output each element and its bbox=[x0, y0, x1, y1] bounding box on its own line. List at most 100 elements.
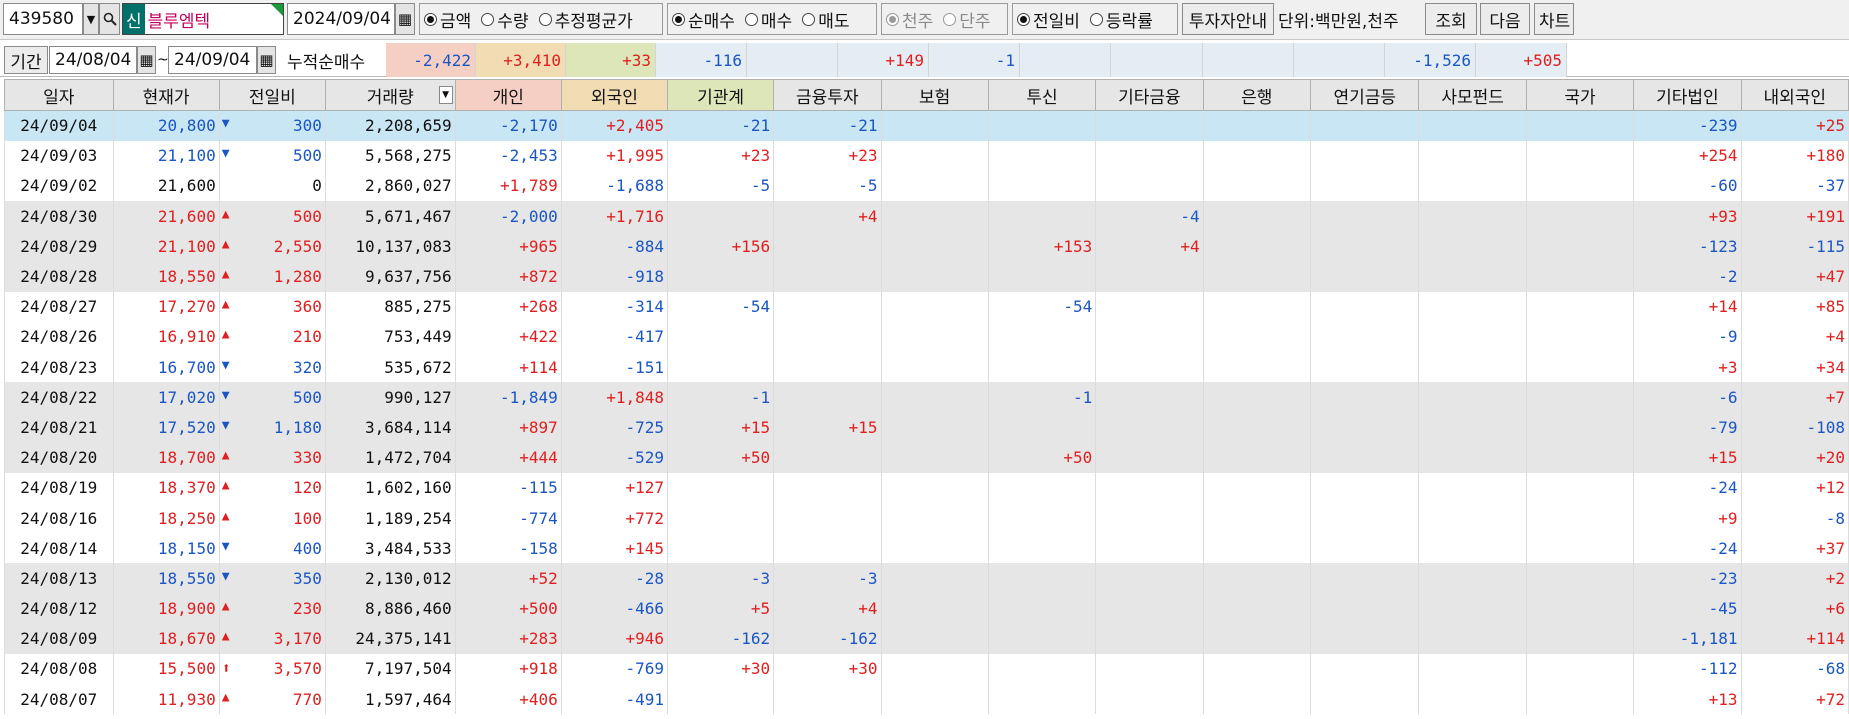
cell-date: 24/08/12 bbox=[4, 593, 114, 624]
cell-insurance bbox=[880, 261, 989, 292]
cell-private-equity bbox=[1418, 352, 1527, 383]
col-header-individual[interactable]: 개인 bbox=[454, 79, 562, 111]
radio-amount[interactable]: 금액 bbox=[424, 7, 471, 32]
table-row[interactable]: 24/08/20 18,700 ▲ 330 1,472,704 +444 -529 +50 +5… bbox=[4, 442, 1849, 473]
cell-date: 24/08/28 bbox=[4, 261, 114, 292]
cell-date: 24/08/20 bbox=[4, 442, 114, 473]
cell-insurance bbox=[880, 563, 989, 594]
table-row[interactable]: 24/09/04 20,800 ▼ 300 2,208,659 -2,170 +2,405-… bbox=[4, 110, 1849, 141]
table-row[interactable]: 24/08/19 18,370 ▲ 120 1,602,160 -115 +127 -24 +1… bbox=[4, 472, 1849, 503]
cell-individual: +52 bbox=[454, 563, 562, 594]
table-row[interactable]: 24/08/09 18,670 ▲ 3,170 24,375,141 +283 +946 -1… bbox=[4, 623, 1849, 654]
cell-change: ▼ 300 bbox=[218, 110, 326, 141]
table-row[interactable]: 24/08/07 11,930 ▲ 770 1,597,464 +406 -491 +13 +7… bbox=[4, 684, 1849, 715]
table-row[interactable]: 24/08/29 21,100 ▲ 2,550 10,137,083 +965 -884 +1… bbox=[4, 231, 1849, 262]
table-row[interactable]: 24/08/28 18,550 ▲ 1,280 9,637,756 +872 -918 -2 +… bbox=[4, 261, 1849, 292]
cell-individual: -1,849 bbox=[454, 382, 562, 413]
cell-insurance bbox=[880, 352, 989, 383]
cell-other-corporation: +13 bbox=[1633, 684, 1742, 715]
cell-individual: +422 bbox=[454, 321, 562, 352]
table-row[interactable]: 24/08/23 16,700 ▼ 320 535,672 +114 -151 +3 +34 bbox=[4, 352, 1849, 383]
cell-foreign: -491 bbox=[560, 684, 668, 715]
col-header-other-finance[interactable]: 기타금융 bbox=[1095, 79, 1204, 111]
radio-quantity[interactable]: 수량 bbox=[481, 7, 529, 32]
cell-institution-total: -3 bbox=[666, 563, 775, 594]
radio-net-buy[interactable]: 순매수 bbox=[672, 7, 735, 32]
cell-pension bbox=[1309, 291, 1420, 322]
cell-institution-total: +23 bbox=[666, 140, 775, 171]
table-row[interactable]: 24/08/26 16,910 ▲ 210 753,449 +422 -417 -9 +4 bbox=[4, 321, 1849, 352]
cell-domestic-foreign: +72 bbox=[1740, 684, 1849, 715]
table-row[interactable]: 24/08/22 17,020 ▼ 500 990,127 -1,849 +1,848 -1-… bbox=[4, 382, 1849, 413]
down-arrow-icon: ▼ bbox=[221, 146, 230, 162]
col-header-change[interactable]: 전일비 bbox=[218, 79, 326, 111]
radio-buy[interactable]: 매수 bbox=[744, 7, 792, 32]
radio-sell[interactable]: 매도 bbox=[802, 7, 849, 32]
col-header-date[interactable]: 일자 bbox=[4, 79, 114, 111]
radio-single-shares[interactable]: 단주 bbox=[943, 7, 991, 32]
cell-private-equity bbox=[1418, 110, 1527, 141]
cumulative-other-finance: -1 bbox=[929, 43, 1020, 77]
calendar-icon[interactable]: ▦ bbox=[395, 3, 415, 35]
code-dropdown-button[interactable]: ▼ bbox=[83, 3, 99, 35]
cell-volume: 7,197,504 bbox=[324, 653, 456, 685]
col-header-other-corporation[interactable]: 기타법인 bbox=[1633, 79, 1742, 111]
table-row[interactable]: 24/08/27 17,270 ▲ 360 885,275 +268 -314 -54 -54 +… bbox=[4, 291, 1849, 322]
table-row[interactable]: 24/09/03 21,100 ▼ 500 5,568,275 -2,453 +1,995 +… bbox=[4, 140, 1849, 171]
col-header-insurance[interactable]: 보험 bbox=[880, 79, 989, 111]
col-header-price[interactable]: 현재가 bbox=[112, 79, 220, 111]
radio-change-rate[interactable]: 등락률 bbox=[1089, 7, 1153, 32]
col-header-bank[interactable]: 은행 bbox=[1202, 79, 1311, 111]
cell-domestic-foreign: -68 bbox=[1740, 653, 1849, 685]
cell-other-corporation: -79 bbox=[1633, 412, 1742, 443]
col-header-foreign[interactable]: 외국인 bbox=[560, 79, 668, 111]
cell-change: ▼ 500 bbox=[218, 382, 326, 413]
up-arrow-icon: ▲ bbox=[221, 448, 230, 464]
col-header-volume[interactable]: 거래량 ▼ bbox=[324, 79, 456, 111]
col-header-investment-trust[interactable]: 투신 bbox=[987, 79, 1097, 111]
table-row[interactable]: 24/08/08 15,500 ⬆ 3,570 7,197,504 +918 -769 +30… bbox=[4, 653, 1849, 685]
chart-button[interactable]: 차트 bbox=[1534, 3, 1574, 35]
table-row[interactable]: 24/08/14 18,150 ▼ 400 3,484,533 -158 +145 -24 +3… bbox=[4, 533, 1849, 564]
table-row[interactable]: 24/08/12 18,900 ▲ 230 8,886,460 +500 -466 +5 +4 -… bbox=[4, 593, 1849, 624]
cell-pension bbox=[1309, 533, 1420, 564]
cumulative-insurance bbox=[747, 43, 838, 77]
sort-dropdown-icon[interactable]: ▼ bbox=[438, 86, 453, 104]
cell-government bbox=[1525, 110, 1635, 141]
cell-change: ▲ 360 bbox=[218, 291, 326, 322]
col-header-pension[interactable]: 연기금등 bbox=[1309, 79, 1420, 111]
radio-estimated-avg[interactable]: 추정평균가 bbox=[538, 7, 633, 32]
cell-other-finance bbox=[1095, 412, 1204, 443]
stock-code-input[interactable]: 439580 bbox=[3, 3, 83, 35]
next-button[interactable]: 다음 bbox=[1480, 3, 1530, 35]
cumulative-financial-investment: -116 bbox=[656, 43, 747, 77]
cell-other-corporation: -112 bbox=[1633, 653, 1742, 685]
col-header-financial-investment[interactable]: 금융투자 bbox=[773, 79, 882, 111]
cell-insurance bbox=[880, 170, 989, 202]
cell-other-corporation: -239 bbox=[1633, 110, 1742, 141]
table-row[interactable]: 24/09/02 21,600 0 2,860,027 +1,789 -1,688 -5 -5… bbox=[4, 170, 1849, 202]
period-bar: 기간 24/08/04 ▦ ~ 24/09/04 ▦ 누적순매수 -2,422 +… bbox=[0, 43, 1849, 77]
cell-foreign: +2,405 bbox=[560, 110, 668, 141]
search-icon[interactable] bbox=[99, 3, 120, 35]
col-header-domestic-foreign[interactable]: 내외국인 bbox=[1740, 79, 1849, 111]
col-header-institution-total[interactable]: 기관계 bbox=[666, 79, 775, 111]
cell-insurance bbox=[880, 442, 989, 473]
table-row[interactable]: 24/08/16 18,250 ▲ 100 1,189,254 -774 +772 +9 -8 bbox=[4, 502, 1849, 534]
down-arrow-icon: ▼ bbox=[221, 538, 230, 554]
cell-change: ⬆ 3,570 bbox=[218, 653, 326, 685]
cell-insurance bbox=[880, 382, 989, 413]
table-row[interactable]: 24/08/30 21,600 ▲ 500 5,671,467 -2,000 +1,716 +… bbox=[4, 201, 1849, 232]
cell-date: 24/08/29 bbox=[4, 231, 114, 262]
date-input[interactable]: 2024/09/04 bbox=[287, 3, 395, 35]
investor-guide-button[interactable]: 투자자안내 bbox=[1182, 3, 1274, 35]
table-row[interactable]: 24/08/13 18,550 ▼ 350 2,130,012 +52 -28 -3 -3 -23… bbox=[4, 563, 1849, 594]
col-header-government[interactable]: 국가 bbox=[1525, 79, 1635, 111]
col-header-private-equity[interactable]: 사모펀드 bbox=[1418, 79, 1527, 111]
stock-name-field[interactable]: 신 블루엠텍 bbox=[122, 3, 284, 35]
radio-prev-day-change[interactable]: 전일비 bbox=[1017, 7, 1080, 32]
table-row[interactable]: 24/08/21 17,520 ▼ 1,180 3,684,114 +897 -725 +15… bbox=[4, 412, 1849, 443]
query-button[interactable]: 조회 bbox=[1425, 3, 1477, 35]
cell-government bbox=[1525, 170, 1635, 202]
radio-thousand-shares[interactable]: 천주 bbox=[886, 7, 933, 32]
